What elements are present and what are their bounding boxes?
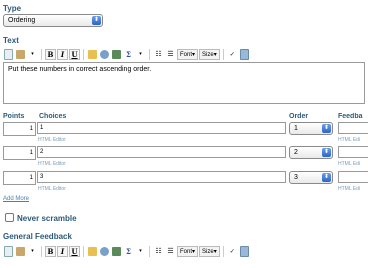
size-dropdown[interactable]: Size▾ xyxy=(199,48,220,60)
never-scramble-label: Never scramble xyxy=(17,214,77,223)
toolbar-divider xyxy=(149,245,150,257)
numbered-list-icon[interactable]: ☷ xyxy=(153,246,164,257)
folder-icon[interactable] xyxy=(87,246,98,257)
chevron-updown-icon: ⬍ xyxy=(322,173,331,182)
image-icon[interactable] xyxy=(111,246,122,257)
choice-input[interactable]: 2 xyxy=(37,146,286,158)
font-dropdown-label: Font xyxy=(180,248,193,255)
spellcheck-icon[interactable]: ✓ xyxy=(227,246,238,257)
paste-icon[interactable] xyxy=(15,246,26,257)
feedback-html-editor-link[interactable]: HTML Edi xyxy=(338,161,368,167)
paste-icon[interactable] xyxy=(15,49,26,60)
underline-button[interactable]: U xyxy=(69,245,80,257)
html-editor-link[interactable]: HTML Editor xyxy=(38,137,66,143)
bold-button[interactable]: B xyxy=(45,245,56,257)
order-header: Order xyxy=(289,113,309,120)
size-dropdown-label: Size xyxy=(202,51,214,58)
link-icon[interactable] xyxy=(99,246,110,257)
sigma-button[interactable]: Σ xyxy=(123,49,134,60)
bulleted-list-icon[interactable]: ☰ xyxy=(165,49,176,60)
text-label: Text xyxy=(3,36,19,45)
source-icon[interactable] xyxy=(239,245,250,257)
chevron-updown-icon: ⬍ xyxy=(92,16,101,25)
order-select[interactable]: 3 ⬍ xyxy=(289,171,333,184)
feedback-editor-toolbar: ▾ B I U Σ ▾ ☷ ☰ Font▾ Size▾ ✓ xyxy=(3,244,250,258)
chevron-down-icon[interactable]: ▾ xyxy=(27,49,38,60)
type-select-value: Ordering xyxy=(8,17,36,24)
toolbar-divider xyxy=(41,48,42,60)
chevron-down-icon[interactable]: ▾ xyxy=(135,246,146,257)
toolbar-divider xyxy=(149,48,150,60)
points-input[interactable]: 1 xyxy=(3,171,36,185)
size-dropdown[interactable]: Size▾ xyxy=(199,245,220,257)
type-select[interactable]: Ordering ⬍ xyxy=(3,14,103,27)
source-icon[interactable] xyxy=(239,48,250,60)
choice-input[interactable]: 3 xyxy=(37,171,286,183)
sigma-button[interactable]: Σ xyxy=(123,246,134,257)
toolbar-divider xyxy=(222,245,224,257)
chevron-down-icon[interactable]: ▾ xyxy=(135,49,146,60)
order-select-value: 1 xyxy=(294,125,298,132)
feedback-html-editor-link[interactable]: HTML Edi xyxy=(338,137,368,143)
link-icon[interactable] xyxy=(99,49,110,60)
toolbar-divider xyxy=(41,245,42,257)
type-label: Type xyxy=(3,4,22,13)
new-document-icon[interactable] xyxy=(3,48,14,60)
toolbar-divider xyxy=(83,48,84,60)
chevron-updown-icon: ⬍ xyxy=(322,124,331,133)
question-text: Put these numbers in correct ascending o… xyxy=(8,66,152,73)
order-select-value: 2 xyxy=(294,149,298,156)
text-editor-toolbar: ▾ B I U Σ ▾ ☷ ☰ Font▾ Size▾ ✓ xyxy=(3,47,250,61)
size-dropdown-label: Size xyxy=(202,248,214,255)
points-input[interactable]: 1 xyxy=(3,146,36,160)
choice-input[interactable]: 1 xyxy=(37,122,286,134)
order-select[interactable]: 1 ⬍ xyxy=(289,122,333,135)
chevron-updown-icon: ⬍ xyxy=(322,148,331,157)
feedback-input[interactable] xyxy=(338,122,368,134)
bold-button[interactable]: B xyxy=(45,48,56,60)
italic-button[interactable]: I xyxy=(57,245,68,257)
feedback-input[interactable] xyxy=(338,146,368,158)
feedback-header: Feedba xyxy=(338,113,363,120)
image-icon[interactable] xyxy=(111,49,122,60)
chevron-down-icon[interactable]: ▾ xyxy=(27,246,38,257)
html-editor-link[interactable]: HTML Editor xyxy=(38,161,66,167)
order-select-value: 3 xyxy=(294,174,298,181)
add-more-link[interactable]: Add More xyxy=(3,196,29,202)
font-dropdown-label: Font xyxy=(180,51,193,58)
feedback-input[interactable] xyxy=(338,171,368,183)
never-scramble-checkbox[interactable] xyxy=(5,213,14,222)
text-editor[interactable]: Put these numbers in correct ascending o… xyxy=(3,62,365,104)
html-editor-link[interactable]: HTML Editor xyxy=(38,186,66,192)
font-dropdown[interactable]: Font▾ xyxy=(177,48,199,60)
points-input[interactable]: 1 xyxy=(3,122,36,136)
spellcheck-icon[interactable]: ✓ xyxy=(227,49,238,60)
italic-button[interactable]: I xyxy=(57,48,68,60)
feedback-html-editor-link[interactable]: HTML Edi xyxy=(338,186,368,192)
order-select[interactable]: 2 ⬍ xyxy=(289,146,333,159)
numbered-list-icon[interactable]: ☷ xyxy=(153,49,164,60)
folder-icon[interactable] xyxy=(87,49,98,60)
choices-header: Choices xyxy=(39,113,67,120)
general-feedback-label: General Feedback xyxy=(3,232,72,241)
toolbar-divider xyxy=(83,245,84,257)
points-header: Points xyxy=(3,113,25,120)
underline-button[interactable]: U xyxy=(69,48,80,60)
font-dropdown[interactable]: Font▾ xyxy=(177,245,199,257)
bulleted-list-icon[interactable]: ☰ xyxy=(165,246,176,257)
toolbar-divider xyxy=(222,48,224,60)
new-document-icon[interactable] xyxy=(3,245,14,257)
